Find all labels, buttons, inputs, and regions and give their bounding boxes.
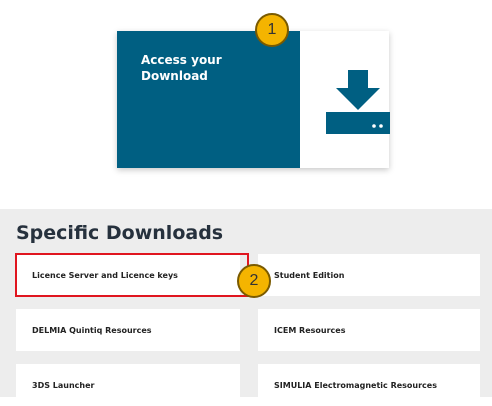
tile-3ds-launcher[interactable]: 3DS Launcher bbox=[16, 364, 240, 406]
access-download-title: Access your Download bbox=[141, 53, 222, 83]
tile-delmia-quintiq[interactable]: DELMIA Quintiq Resources bbox=[16, 309, 240, 351]
access-download-tile[interactable]: Access your Download bbox=[117, 31, 300, 168]
tile-icem-resources[interactable]: ICEM Resources bbox=[258, 309, 480, 351]
tile-label: DELMIA Quintiq Resources bbox=[32, 325, 152, 335]
specific-downloads-heading: Specific Downloads bbox=[16, 222, 224, 244]
licence-server-highlight bbox=[15, 253, 249, 297]
tile-simulia-electromagnetic[interactable]: SIMULIA Electromagnetic Resources bbox=[258, 364, 480, 406]
tile-label: ICEM Resources bbox=[274, 325, 346, 335]
tile-label: SIMULIA Electromagnetic Resources bbox=[274, 380, 437, 390]
callout-2: 2 bbox=[237, 264, 271, 298]
tile-label: 3DS Launcher bbox=[32, 380, 95, 390]
tile-student-edition[interactable]: Student Edition bbox=[258, 254, 480, 296]
tile-label: Student Edition bbox=[274, 270, 345, 280]
callout-1: 1 bbox=[255, 13, 289, 47]
download-icon bbox=[326, 70, 390, 134]
